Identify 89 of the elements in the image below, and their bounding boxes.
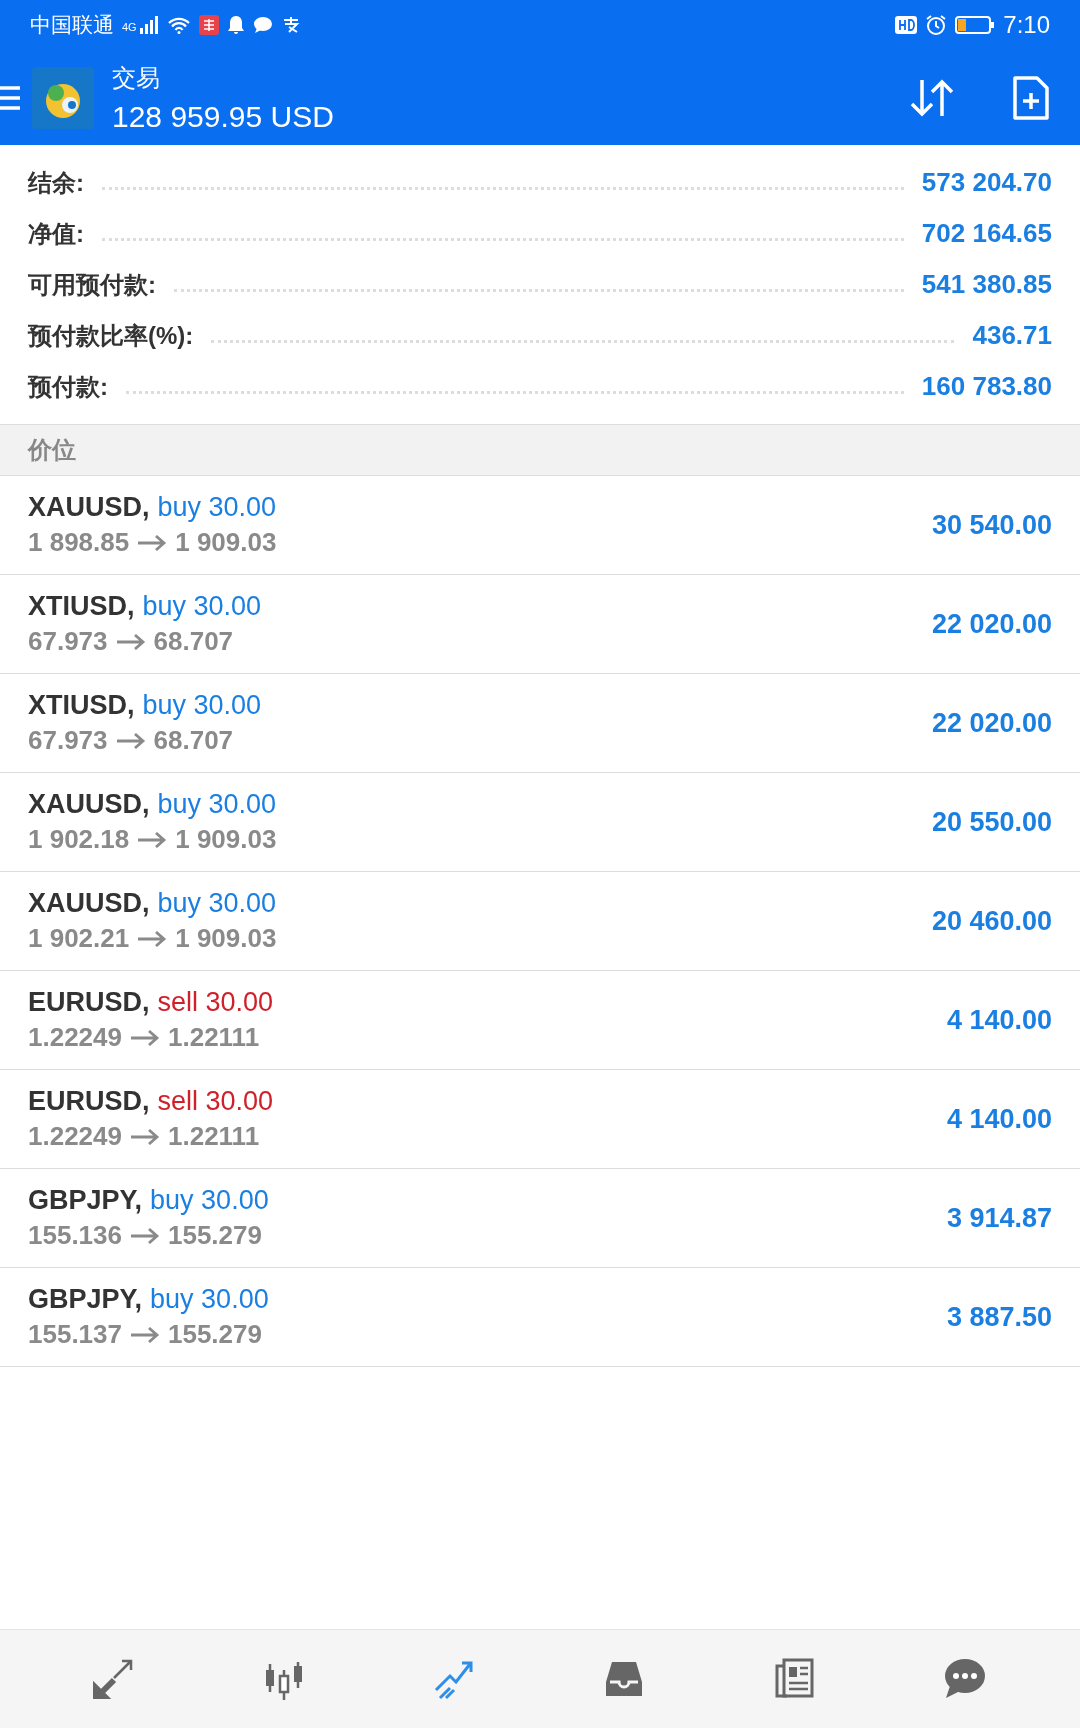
menu-icon[interactable] — [0, 84, 20, 111]
symbol-name: XTIUSD, — [28, 591, 135, 622]
arrow-right-icon — [130, 1227, 160, 1244]
arrow-right-icon — [130, 1128, 160, 1145]
new-order-icon[interactable] — [1012, 74, 1050, 121]
open-price: 1 898.85 — [28, 527, 130, 558]
carrier-name: 中国联通 — [30, 12, 114, 38]
position-row[interactable]: GBPJPY, buy 30.00 155.137 155.279 3 887.50 — [0, 1268, 1080, 1367]
open-price: 67.973 — [28, 725, 108, 756]
symbol-name: EURUSD, — [28, 987, 150, 1018]
account-balance: 128 959.95 USD — [112, 99, 335, 134]
arrow-right-icon — [137, 831, 168, 848]
summary-label: 预付款: — [28, 371, 108, 402]
open-price: 1 902.18 — [28, 824, 130, 855]
profit-value: 4 140.00 — [946, 1004, 1052, 1036]
summary-label: 预付款比率(%): — [28, 320, 194, 351]
app-logo-icon — [32, 66, 94, 129]
summary-label: 结余: — [28, 167, 84, 198]
summary-value: 573 204.70 — [921, 167, 1052, 198]
summary-value: 702 164.65 — [921, 218, 1052, 249]
order-type: buy 30.00 — [142, 591, 262, 622]
symbol-name: GBPJPY, — [28, 1185, 143, 1216]
arrow-right-icon — [115, 633, 146, 650]
symbol-name: GBPJPY, — [28, 1284, 143, 1315]
symbol-name: XAUUSD, — [28, 492, 150, 523]
order-type: buy 30.00 — [157, 492, 277, 523]
symbol-name: XTIUSD, — [28, 690, 135, 721]
open-price: 1.22249 — [28, 1022, 122, 1053]
arrow-right-icon — [115, 732, 146, 749]
summary-value: 436.71 — [972, 320, 1052, 351]
hd-icon — [895, 16, 918, 34]
position-row[interactable]: XAUUSD, buy 30.00 1 902.18 1 909.03 20 550.00 — [0, 773, 1080, 872]
profit-value: 20 460.00 — [931, 905, 1052, 937]
open-price: 155.136 — [28, 1220, 122, 1251]
current-price: 1 909.03 — [175, 824, 277, 855]
battery-icon — [955, 15, 996, 35]
arrow-right-icon — [137, 534, 168, 551]
symbol-name: XAUUSD, — [28, 789, 150, 820]
order-type: buy 30.00 — [150, 1185, 269, 1216]
current-price: 1.22111 — [168, 1022, 260, 1053]
summary-value: 541 380.85 — [921, 269, 1052, 300]
position-row[interactable]: EURUSD, sell 30.00 1.22249 1.22111 4 140.00 — [0, 971, 1080, 1070]
order-type: sell 30.00 — [157, 987, 274, 1018]
section-title: 价位 — [28, 435, 76, 465]
current-price: 68.707 — [153, 725, 234, 756]
arrow-right-icon — [137, 930, 168, 947]
clock-time: 7:10 — [1003, 11, 1050, 39]
summary-value: 160 783.80 — [921, 371, 1052, 402]
profit-value: 4 140.00 — [946, 1103, 1052, 1135]
profit-value: 30 540.00 — [931, 509, 1052, 541]
summary-label: 净值: — [28, 218, 84, 249]
open-price: 1 902.21 — [28, 923, 130, 954]
open-price: 1.22249 — [28, 1121, 122, 1152]
current-price: 1.22111 — [168, 1121, 260, 1152]
current-price: 1 909.03 — [175, 923, 277, 954]
profit-value: 22 020.00 — [931, 707, 1052, 739]
current-price: 68.707 — [153, 626, 234, 657]
arrow-right-icon — [130, 1029, 160, 1046]
position-row[interactable]: XTIUSD, buy 30.00 67.973 68.707 22 020.00 — [0, 575, 1080, 674]
open-price: 155.137 — [28, 1319, 122, 1350]
order-type: buy 30.00 — [157, 789, 277, 820]
order-type: buy 30.00 — [157, 888, 277, 919]
open-price: 67.973 — [28, 626, 108, 657]
profit-value: 20 550.00 — [931, 806, 1052, 838]
arrow-right-icon — [130, 1326, 160, 1343]
current-price: 155.279 — [168, 1319, 262, 1350]
network-type: 4G — [122, 21, 137, 33]
current-price: 1 909.03 — [175, 527, 277, 558]
profit-value: 3 887.50 — [946, 1301, 1052, 1333]
profit-value: 22 020.00 — [931, 608, 1052, 640]
symbol-name: EURUSD, — [28, 1086, 150, 1117]
position-row[interactable]: XTIUSD, buy 30.00 67.973 68.707 22 020.00 — [0, 674, 1080, 773]
summary-label: 可用预付款: — [28, 269, 156, 300]
wifi-icon — [166, 16, 191, 34]
position-row[interactable]: XAUUSD, buy 30.00 1 898.85 1 909.03 30 540.00 — [0, 476, 1080, 575]
current-price: 155.279 — [168, 1220, 262, 1251]
position-row[interactable]: XAUUSD, buy 30.00 1 902.21 1 909.03 20 460.00 — [0, 872, 1080, 971]
signal-icon — [138, 16, 159, 34]
order-type: buy 30.00 — [150, 1284, 269, 1315]
chat-bubble-icon — [252, 16, 273, 34]
bell-icon — [226, 15, 245, 35]
position-row[interactable]: GBPJPY, buy 30.00 155.136 155.279 3 914.87 — [0, 1169, 1080, 1268]
alarm-icon — [925, 14, 948, 36]
order-type: buy 30.00 — [142, 690, 262, 721]
screen-title: 交易 — [112, 62, 161, 93]
symbol-name: XAUUSD, — [28, 888, 150, 919]
profit-value: 3 914.87 — [946, 1202, 1052, 1234]
position-row[interactable]: EURUSD, sell 30.00 1.22249 1.22111 4 140.00 — [0, 1070, 1080, 1169]
order-type: sell 30.00 — [157, 1086, 274, 1117]
